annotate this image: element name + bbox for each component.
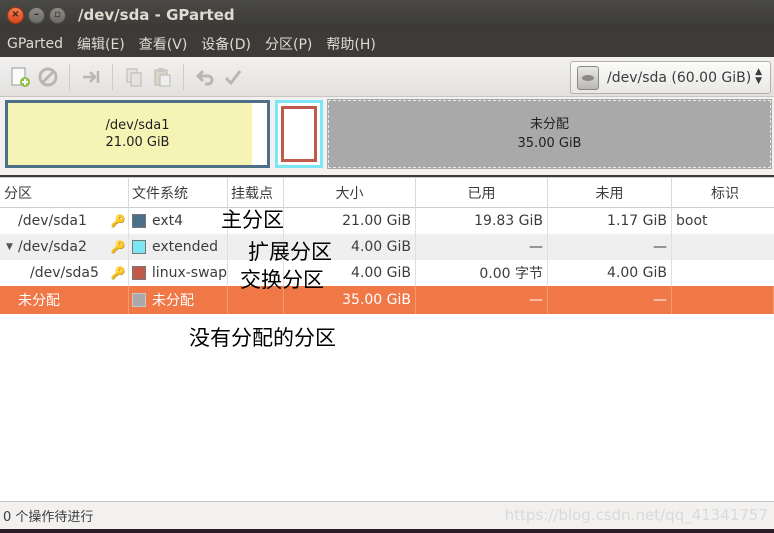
filesystem-name: linux-swap bbox=[151, 265, 227, 281]
key-icon: 🔑 bbox=[110, 240, 126, 254]
cell-flags bbox=[672, 260, 774, 286]
toolbar-separator bbox=[112, 63, 113, 90]
table-row[interactable]: /dev/sda5 🔑 linux-swap 4.00 GiB 0.00 字节 … bbox=[0, 260, 774, 286]
copy-icon[interactable] bbox=[120, 63, 148, 91]
map-unallocated-label: 未分配 bbox=[529, 117, 569, 132]
cell-partition: /dev/sda5 🔑 bbox=[0, 260, 129, 286]
cell-used: 0.00 字节 bbox=[416, 260, 548, 286]
column-header-size[interactable]: 大小 bbox=[284, 178, 416, 208]
partition-name: /dev/sda2 bbox=[18, 239, 87, 255]
cell-used: — bbox=[416, 234, 548, 260]
hard-disk-icon bbox=[577, 65, 599, 90]
filesystem-name: ext4 bbox=[152, 213, 184, 229]
cell-flags: boot bbox=[676, 213, 708, 229]
apply-icon[interactable] bbox=[219, 63, 247, 91]
close-icon[interactable]: × bbox=[7, 6, 24, 24]
menu-view[interactable]: 查看(V) bbox=[132, 34, 195, 54]
delete-icon[interactable] bbox=[34, 63, 62, 91]
partition-name: 未分配 bbox=[18, 293, 60, 309]
toolbar-separator bbox=[69, 63, 70, 90]
table-row-selected[interactable]: 未分配 未分配 35.00 GiB — — bbox=[0, 286, 774, 314]
column-header-used[interactable]: 已用 bbox=[416, 178, 548, 208]
key-icon: 🔑 bbox=[110, 266, 126, 280]
menu-gparted[interactable]: GParted bbox=[0, 36, 70, 52]
map-segment-sda5[interactable] bbox=[281, 106, 317, 162]
filesystem-color-swatch bbox=[132, 266, 146, 280]
minimize-icon[interactable]: – bbox=[28, 6, 45, 24]
map-sda1-size: 21.00 GiB bbox=[105, 135, 170, 150]
key-icon: 🔑 bbox=[110, 214, 126, 228]
annotation-primary-partition: 主分区 bbox=[221, 208, 284, 232]
cell-filesystem: linux-swap bbox=[129, 260, 228, 286]
bottom-strip bbox=[0, 529, 774, 533]
cell-filesystem: 未分配 bbox=[129, 286, 228, 314]
cell-unused: 1.17 GiB bbox=[548, 208, 672, 234]
annotation-extended-partition: 扩展分区 bbox=[248, 240, 332, 264]
status-bar: 0 个操作待进行 https://blog.csdn.net/qq_413417… bbox=[0, 501, 774, 529]
menu-help[interactable]: 帮助(H) bbox=[319, 34, 382, 54]
table-header: 分区 文件系统 挂载点 大小 已用 未用 标识 bbox=[0, 178, 774, 208]
filesystem-name: extended bbox=[152, 239, 219, 255]
annotation-swap-partition: 交换分区 bbox=[240, 268, 324, 292]
cell-partition: /dev/sda1 🔑 bbox=[0, 208, 129, 234]
resize-move-icon[interactable] bbox=[77, 63, 105, 91]
partition-map: /dev/sda1 21.00 GiB 未分配 35.00 GiB bbox=[0, 97, 774, 175]
filesystem-name: 未分配 bbox=[152, 293, 194, 309]
cell-used: — bbox=[416, 286, 548, 314]
toolbar-separator bbox=[183, 63, 184, 90]
menu-partition[interactable]: 分区(P) bbox=[258, 34, 319, 54]
menu-bar: GParted 编辑(E) 查看(V) 设备(D) 分区(P) 帮助(H) bbox=[0, 30, 774, 57]
cell-size: 21.00 GiB bbox=[284, 208, 416, 234]
cell-used: 19.83 GiB bbox=[416, 208, 548, 234]
cell-unused: — bbox=[548, 234, 672, 260]
cell-partition: ▼ /dev/sda2 🔑 bbox=[0, 234, 129, 260]
column-header-filesystem[interactable]: 文件系统 bbox=[129, 178, 228, 208]
toolbar: /dev/sda (60.00 GiB) ▲ ▼ bbox=[0, 57, 774, 97]
up-down-arrows-icon: ▲ ▼ bbox=[755, 67, 762, 86]
filesystem-color-swatch bbox=[132, 293, 146, 307]
map-segment-sda1[interactable]: /dev/sda1 21.00 GiB bbox=[5, 100, 270, 168]
map-sda1-label: /dev/sda1 bbox=[105, 118, 170, 133]
cell-flags bbox=[672, 234, 774, 260]
cell-unused: 4.00 GiB bbox=[548, 260, 672, 286]
annotation-unallocated-partition: 没有分配的分区 bbox=[189, 326, 336, 350]
column-header-flags[interactable]: 标识 bbox=[672, 178, 774, 208]
device-selector[interactable]: /dev/sda (60.00 GiB) ▲ ▼ bbox=[570, 61, 771, 94]
undo-icon[interactable] bbox=[191, 63, 219, 91]
partition-name: /dev/sda5 bbox=[30, 265, 99, 281]
filesystem-color-swatch bbox=[132, 240, 146, 254]
paste-icon[interactable] bbox=[148, 63, 176, 91]
cell-unused: — bbox=[548, 286, 672, 314]
watermark: https://blog.csdn.net/qq_41341757 bbox=[504, 506, 768, 524]
title-bar: × – ▫ /dev/sda - GParted bbox=[0, 0, 774, 30]
map-unallocated-size: 35.00 GiB bbox=[517, 136, 582, 151]
cell-filesystem: extended bbox=[129, 234, 228, 260]
cell-flags bbox=[672, 286, 774, 314]
cell-partition: 未分配 bbox=[0, 286, 129, 314]
column-header-unused[interactable]: 未用 bbox=[548, 178, 672, 208]
menu-edit[interactable]: 编辑(E) bbox=[70, 34, 132, 54]
cell-filesystem: ext4 bbox=[129, 208, 228, 234]
map-segment-extended[interactable] bbox=[275, 100, 323, 168]
maximize-icon[interactable]: ▫ bbox=[49, 6, 66, 24]
table-row[interactable]: ▼ /dev/sda2 🔑 extended 4.00 GiB — — bbox=[0, 234, 774, 260]
filesystem-color-swatch bbox=[132, 214, 146, 228]
new-partition-icon[interactable] bbox=[6, 63, 34, 91]
map-segment-unallocated[interactable]: 未分配 35.00 GiB bbox=[327, 99, 772, 169]
device-selector-label: /dev/sda (60.00 GiB) bbox=[607, 69, 752, 86]
table-row[interactable]: /dev/sda1 🔑 ext4 21.00 GiB 19.83 GiB 1.1… bbox=[0, 208, 774, 234]
window-controls: × – ▫ bbox=[7, 6, 66, 24]
menu-device[interactable]: 设备(D) bbox=[194, 34, 258, 54]
partition-table: 分区 文件系统 挂载点 大小 已用 未用 标识 /dev/sda1 🔑 ext4… bbox=[0, 177, 774, 501]
window-title: /dev/sda - GParted bbox=[78, 6, 235, 24]
pending-operations-status: 0 个操作待进行 bbox=[3, 510, 94, 525]
partition-name: /dev/sda1 bbox=[18, 213, 87, 229]
column-header-partition[interactable]: 分区 bbox=[0, 178, 129, 208]
expander-arrow-icon[interactable]: ▼ bbox=[6, 242, 18, 252]
